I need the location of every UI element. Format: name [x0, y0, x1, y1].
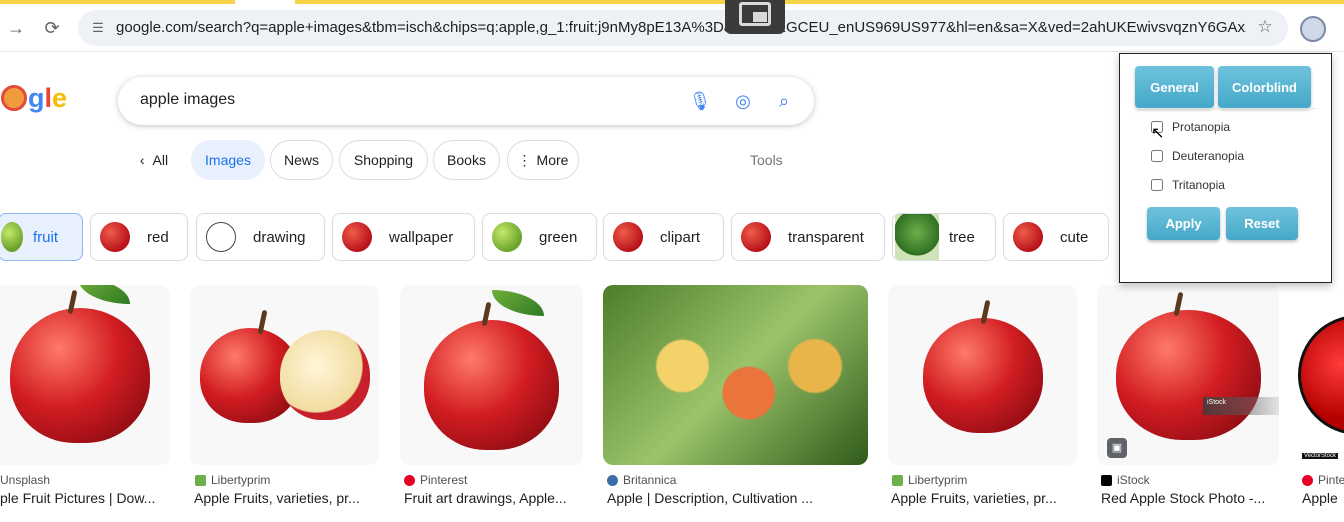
- result-title[interactable]: Apple Fruits, varieties, pr...: [194, 490, 384, 506]
- result-title[interactable]: ple Fruit Pictures | Dow...: [0, 490, 175, 506]
- chip-thumbnail: [732, 214, 780, 260]
- chevron-left-icon: ‹: [139, 152, 145, 168]
- doodle-ball-icon: [1, 85, 27, 111]
- result-title[interactable]: Apple: [1302, 490, 1344, 506]
- deuteranopia-checkbox[interactable]: [1151, 150, 1163, 162]
- site-settings-icon[interactable]: ☰: [88, 18, 108, 38]
- apply-button[interactable]: Apply: [1147, 207, 1220, 240]
- google-logo[interactable]: gle: [0, 83, 67, 113]
- result-title[interactable]: Apple | Description, Cultivation ...: [607, 490, 872, 506]
- result-image[interactable]: [190, 285, 379, 465]
- option-tritanopia[interactable]: Tritanopia: [1151, 178, 1225, 192]
- result-source[interactable]: iStock: [1101, 473, 1150, 487]
- extension-icon[interactable]: [1300, 16, 1326, 42]
- pinterest-icon: [404, 474, 415, 486]
- result-source[interactable]: Libertyprim: [892, 473, 967, 487]
- watermark: iStock: [1203, 397, 1279, 415]
- chip-tree[interactable]: tree: [892, 213, 996, 261]
- chip-thumbnail: [333, 214, 381, 260]
- chip-cute[interactable]: cute: [1003, 213, 1109, 261]
- browser-toolbar: → ⟳ ☰ google.com/search?q=apple+images&t…: [0, 4, 1344, 52]
- chip-thumbnail: [483, 214, 531, 260]
- result-image[interactable]: VectorStock: [1298, 285, 1344, 465]
- tab-images[interactable]: Images: [191, 140, 265, 180]
- mouse-cursor-icon: ↖: [1151, 125, 1165, 142]
- libertyprim-icon: [892, 474, 903, 486]
- chip-drawing[interactable]: drawing: [196, 213, 325, 261]
- chip-fruit[interactable]: fruit: [0, 213, 83, 261]
- result-source[interactable]: Britannica: [607, 473, 676, 487]
- general-tab-button[interactable]: General: [1135, 66, 1214, 108]
- colorblind-extension-popup: General Colorblind Protanopia Deuteranop…: [1119, 53, 1332, 283]
- chip-thumbnail: [893, 214, 941, 260]
- search-input[interactable]: apple images: [140, 91, 235, 109]
- picture-in-picture-icon[interactable]: [725, 0, 785, 34]
- libertyprim-icon: [195, 474, 206, 486]
- search-icon[interactable]: ⌕: [772, 89, 796, 113]
- result-title[interactable]: Apple Fruits, varieties, pr...: [891, 490, 1081, 506]
- chip-thumbnail: [91, 214, 139, 260]
- tab-shopping[interactable]: Shopping: [339, 140, 428, 180]
- colorblind-tab-button[interactable]: Colorblind: [1218, 66, 1311, 108]
- tritanopia-checkbox[interactable]: [1151, 179, 1163, 191]
- gallery-icon: ▣: [1107, 438, 1127, 458]
- istock-icon: [1101, 474, 1112, 486]
- result-image[interactable]: [400, 285, 583, 465]
- tools-button[interactable]: Tools: [750, 152, 783, 168]
- result-image[interactable]: [0, 285, 170, 465]
- reset-button[interactable]: Reset: [1226, 207, 1298, 240]
- more-vert-icon: ⋮: [517, 151, 532, 168]
- result-image[interactable]: [888, 285, 1077, 465]
- result-source[interactable]: Libertyprim: [195, 473, 270, 487]
- chip-clipart[interactable]: clipart: [603, 213, 724, 261]
- reload-icon[interactable]: ⟳: [38, 14, 66, 42]
- chip-thumbnail: [197, 214, 245, 260]
- britannica-icon: [607, 474, 618, 486]
- forward-icon[interactable]: →: [2, 14, 30, 42]
- tab-books[interactable]: Books: [433, 140, 500, 180]
- chip-thumbnail: [1004, 214, 1052, 260]
- microphone-icon[interactable]: 🎙: [688, 89, 712, 113]
- chip-thumbnail: [604, 214, 652, 260]
- chip-thumbnail: [0, 214, 25, 260]
- tab-news[interactable]: News: [270, 140, 333, 180]
- chip-transparent[interactable]: transparent: [731, 213, 885, 261]
- chip-red[interactable]: red: [90, 213, 188, 261]
- bookmark-star-icon[interactable]: ☆: [1254, 17, 1276, 39]
- tab-all[interactable]: ‹ All: [130, 140, 178, 180]
- option-deuteranopia[interactable]: Deuteranopia: [1151, 149, 1244, 163]
- result-source[interactable]: Pinterest: [404, 473, 467, 487]
- chip-green[interactable]: green: [482, 213, 597, 261]
- search-bar[interactable]: apple images 🎙 ◎ ⌕: [118, 77, 814, 125]
- url-text[interactable]: google.com/search?q=apple+images&tbm=isc…: [116, 19, 1246, 36]
- google-lens-icon[interactable]: ◎: [731, 89, 755, 113]
- address-bar[interactable]: ☰ google.com/search?q=apple+images&tbm=i…: [78, 10, 1288, 46]
- result-source[interactable]: Unsplash: [0, 473, 50, 487]
- result-source[interactable]: Pinte: [1302, 473, 1344, 487]
- divider: [1136, 108, 1316, 109]
- tab-more[interactable]: ⋮ More: [507, 140, 579, 180]
- result-title[interactable]: Red Apple Stock Photo -...: [1101, 490, 1286, 506]
- result-title[interactable]: Fruit art drawings, Apple...: [404, 490, 589, 506]
- pinterest-icon: [1302, 474, 1313, 486]
- result-image[interactable]: [603, 285, 868, 465]
- chip-wallpaper[interactable]: wallpaper: [332, 213, 475, 261]
